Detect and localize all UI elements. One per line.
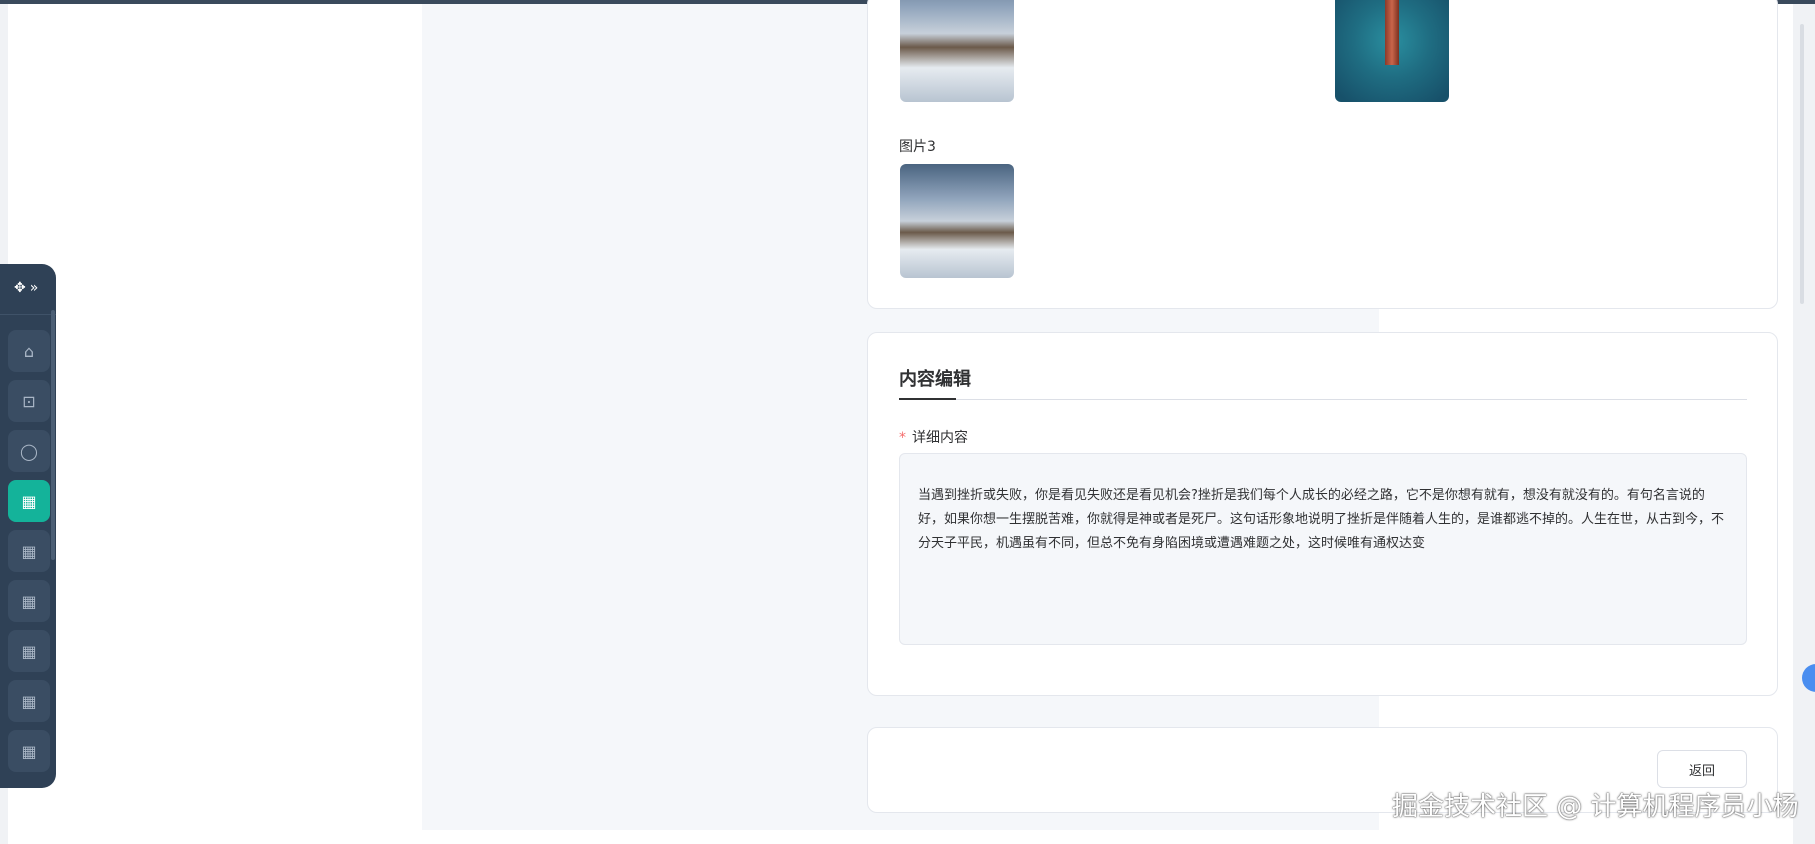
grid-icon: ▦ bbox=[21, 641, 37, 661]
nav-grid-5[interactable]: ▦ bbox=[8, 680, 50, 722]
side-nav-scrollbar[interactable] bbox=[51, 310, 55, 560]
image-3-label: 图片3 bbox=[899, 139, 936, 155]
home-icon: ⌂ bbox=[23, 341, 35, 361]
watermark: 掘金技术社区 @ 计算机程序员小杨 bbox=[1392, 792, 1799, 822]
image-1[interactable] bbox=[900, 0, 1014, 102]
image-3[interactable] bbox=[900, 164, 1014, 278]
grid-icon: ▦ bbox=[21, 541, 37, 561]
required-mark: * bbox=[899, 430, 906, 446]
user-icon: ◯ bbox=[20, 441, 38, 461]
editor-card: 内容编辑 * 详细内容 当遇到挫折或失败，你是看见失败还是看见机会?挫折是我们每个… bbox=[867, 332, 1778, 696]
section-title: 内容编辑 bbox=[899, 369, 971, 390]
move-icon[interactable]: ✥ bbox=[14, 280, 26, 296]
image-2-lighthouse bbox=[1385, 0, 1399, 65]
nav-grid-6[interactable]: ▦ bbox=[8, 730, 50, 772]
chevron-right-double-icon[interactable]: » bbox=[30, 280, 39, 296]
content-area: 图片3 内容编辑 * 详细内容 当遇到挫折或失败，你是看见失败还是看见机会?挫折是… bbox=[422, 0, 1778, 830]
nav-grid-3[interactable]: ▦ bbox=[8, 580, 50, 622]
image-2[interactable] bbox=[1335, 0, 1449, 102]
detail-content-textarea[interactable]: 当遇到挫折或失败，你是看见失败还是看见机会?挫折是我们每个人成长的必经之路，它不… bbox=[899, 453, 1747, 645]
lock-icon: ⊡ bbox=[22, 391, 36, 411]
page-scrollbar[interactable] bbox=[1793, 4, 1815, 844]
detail-content-label: * 详细内容 bbox=[899, 427, 968, 447]
scrollbar-thumb[interactable] bbox=[1800, 24, 1804, 304]
detail-content-label-text: 详细内容 bbox=[912, 430, 968, 446]
nav-grid-2[interactable]: ▦ bbox=[8, 530, 50, 572]
nav-grid-4[interactable]: ▦ bbox=[8, 630, 50, 672]
grid-icon: ▦ bbox=[21, 491, 37, 511]
side-nav: ✥ » ⌂ ⊡ ◯ ▦ ▦ ▦ ▦ ▦ ▦ bbox=[0, 264, 56, 788]
images-card: 图片3 bbox=[867, 0, 1778, 309]
nav-grid-1[interactable]: ▦ bbox=[8, 480, 50, 522]
nav-user[interactable]: ◯ bbox=[8, 430, 50, 472]
nav-security[interactable]: ⊡ bbox=[8, 380, 50, 422]
grid-icon: ▦ bbox=[21, 591, 37, 611]
grid-icon: ▦ bbox=[21, 691, 37, 711]
grid-icon: ▦ bbox=[21, 741, 37, 761]
section-divider-accent bbox=[899, 398, 956, 400]
section-divider bbox=[899, 399, 1747, 400]
side-nav-divider bbox=[0, 314, 56, 315]
side-nav-toolbar: ✥ » bbox=[14, 278, 38, 298]
nav-home[interactable]: ⌂ bbox=[8, 330, 50, 372]
back-button[interactable]: 返回 bbox=[1657, 750, 1747, 788]
